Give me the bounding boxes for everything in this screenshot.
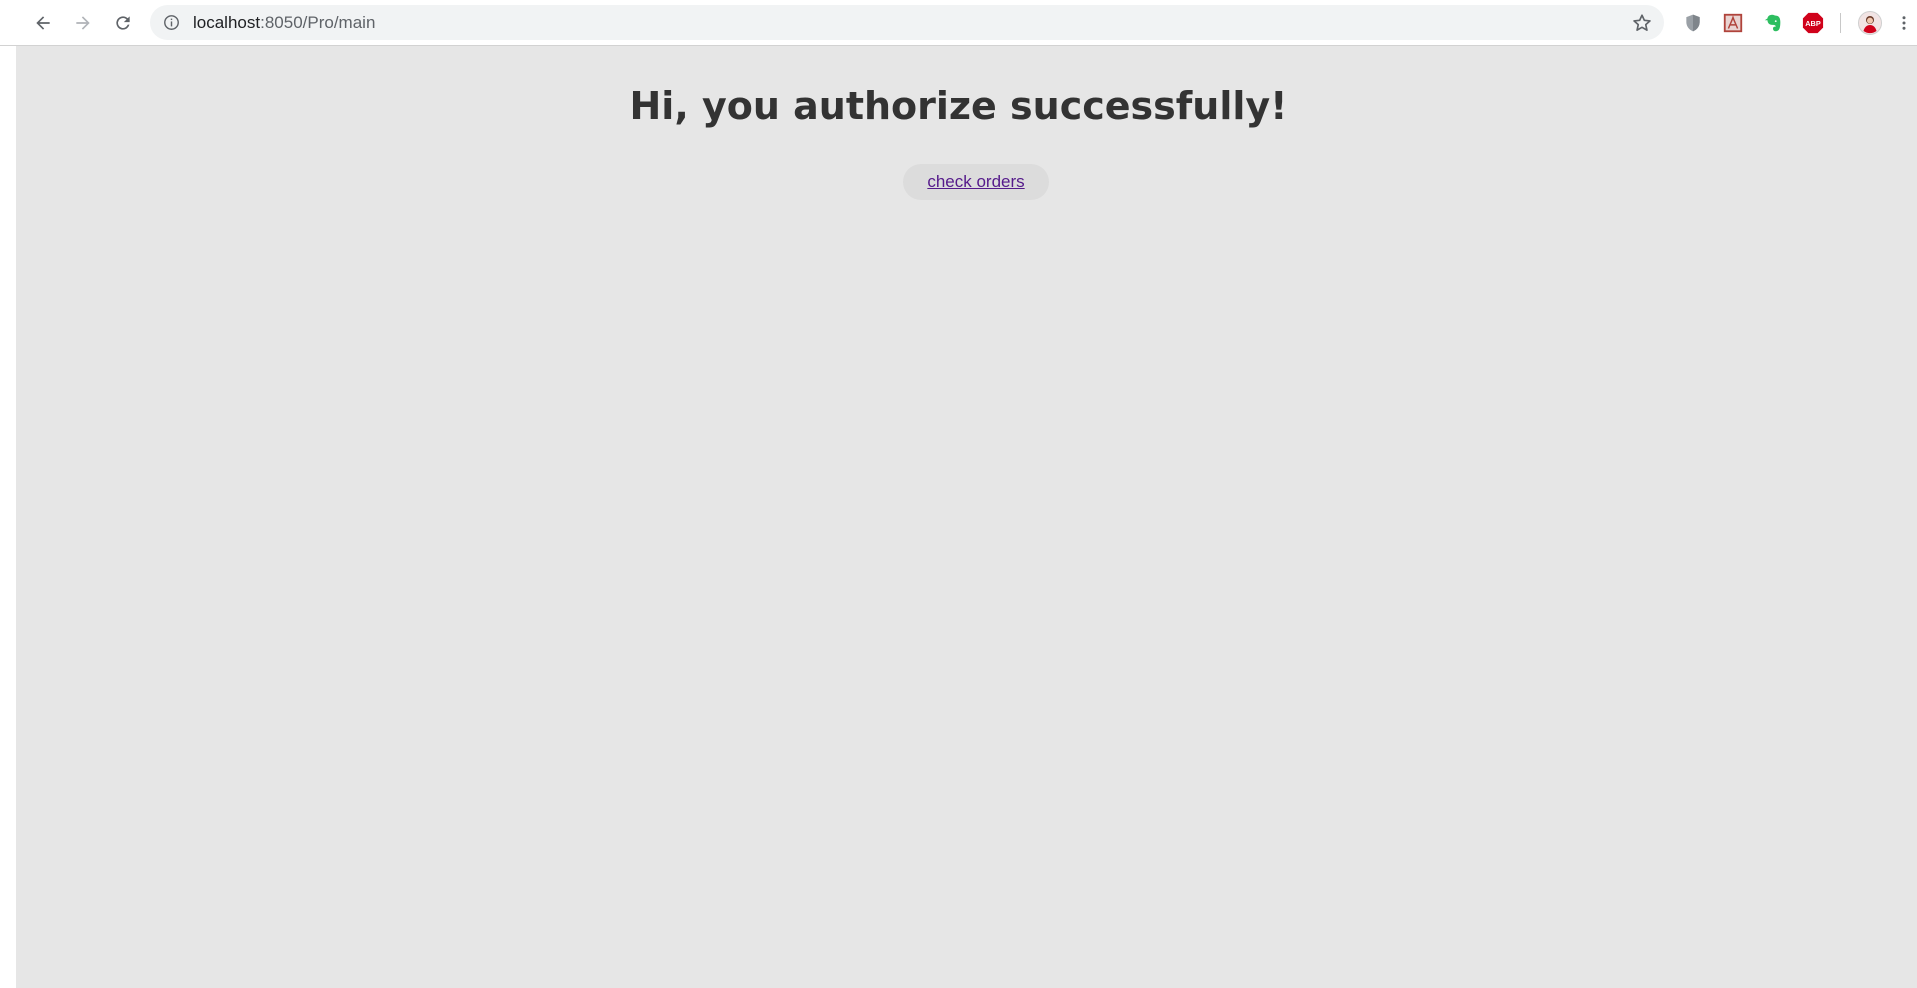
pdf-extension-icon [1723, 13, 1743, 33]
reload-icon [116, 16, 130, 30]
check-orders-button[interactable]: check orders [903, 164, 1049, 200]
back-button[interactable] [27, 7, 59, 39]
adblock-extension-button[interactable]: ABP [1800, 10, 1826, 36]
profile-button[interactable] [1857, 10, 1883, 36]
profile-avatar-icon [1858, 11, 1882, 35]
evernote-extension-icon [1764, 14, 1781, 32]
browser-toolbar: localhost:8050/Pro/main ABP [0, 0, 1917, 46]
info-icon[interactable] [163, 14, 180, 31]
menu-kebab-icon [1902, 16, 1906, 30]
back-arrow-icon [36, 16, 50, 30]
evernote-extension-button[interactable] [1760, 10, 1786, 36]
url-host: localhost [193, 13, 261, 32]
check-orders-link[interactable]: check orders [927, 172, 1024, 192]
browser-menu-button[interactable] [1894, 10, 1914, 36]
url-path: :8050/Pro/main [260, 13, 376, 32]
page-left-margin [0, 46, 16, 988]
shield-extension-icon [1686, 14, 1700, 32]
adblock-label: ABP [1805, 19, 1821, 28]
bookmark-star-icon [1633, 14, 1651, 31]
shield-extension-button[interactable] [1680, 10, 1706, 36]
pdf-extension-button[interactable] [1720, 10, 1746, 36]
reload-button[interactable] [107, 7, 139, 39]
forward-arrow-icon [76, 16, 90, 30]
address-bar[interactable]: localhost:8050/Pro/main [150, 5, 1664, 40]
forward-button[interactable] [67, 7, 99, 39]
page-heading: Hi, you authorize successfully! [629, 84, 1288, 128]
adblock-extension-icon: ABP [1802, 12, 1824, 34]
bookmark-button[interactable] [1630, 11, 1654, 35]
toolbar-separator [1840, 13, 1841, 33]
url-text[interactable]: localhost:8050/Pro/main [193, 13, 375, 33]
